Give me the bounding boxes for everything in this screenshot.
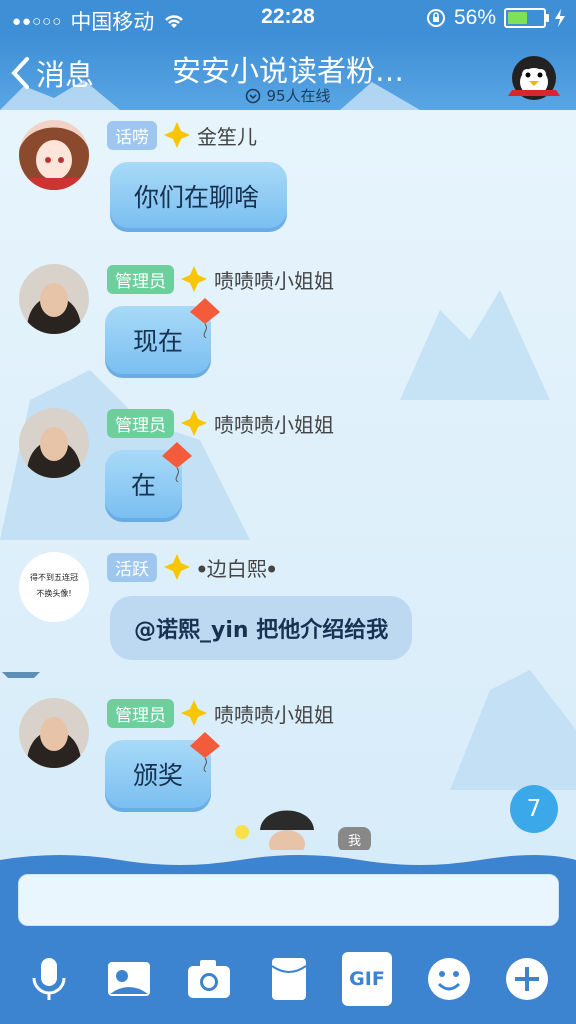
kite-decoration — [190, 298, 220, 338]
avatar[interactable] — [19, 698, 89, 768]
member-level-badge: 活跃 — [107, 552, 157, 582]
iceberg-decoration — [450, 670, 576, 790]
admin-badge: 管理员 — [107, 264, 174, 294]
group-profile-icon[interactable] — [506, 50, 562, 102]
admin-badge: 管理员 — [107, 408, 174, 438]
avatar[interactable] — [252, 800, 322, 850]
image-icon[interactable] — [102, 952, 156, 1006]
red-packet-icon[interactable] — [262, 952, 316, 1006]
back-button[interactable]: 消息 — [10, 52, 94, 94]
avatar[interactable] — [19, 264, 89, 334]
camera-icon[interactable] — [182, 952, 236, 1006]
microphone-icon[interactable] — [22, 952, 76, 1006]
wave-decoration — [0, 850, 576, 865]
back-label: 消息 — [36, 58, 95, 92]
toolbar: GIF — [0, 948, 576, 1018]
charging-icon — [555, 9, 565, 27]
battery-icon — [504, 8, 549, 28]
chevron-down-circle-icon — [246, 88, 261, 103]
online-count-label: 95人在线 — [266, 87, 331, 105]
kite-decoration — [190, 732, 220, 772]
admin-badge: 管理员 — [107, 698, 174, 728]
message-bubble[interactable]: 你们在聊啥 — [110, 162, 288, 232]
sender-name[interactable]: 金笙儿 — [197, 121, 257, 150]
sender-name[interactable]: 啧啧啧小姐姐 — [214, 265, 334, 294]
online-count[interactable]: 95人在线 — [150, 85, 426, 106]
avatar[interactable] — [19, 408, 89, 478]
group-title[interactable]: 安安小说读者粉… — [150, 48, 426, 90]
sender-name[interactable]: 啧啧啧小姐姐 — [214, 699, 334, 728]
star-icon — [181, 266, 207, 292]
avatar[interactable]: 得不到五连冠 不换头像! — [19, 552, 89, 622]
battery-percent: 56% — [453, 6, 496, 29]
message-input[interactable] — [18, 874, 559, 926]
status-bar: ●●○○○ 中国移动 22:28 56% — [0, 0, 576, 36]
sender-name[interactable]: ꔷ边白熙ꔷ — [197, 553, 277, 582]
iceberg-decoration — [400, 290, 550, 400]
chat-header: 消息 安安小说读者粉… 95人在线 — [0, 36, 576, 110]
unread-count-badge[interactable]: 7 — [510, 785, 558, 833]
gif-icon[interactable]: GIF — [342, 952, 392, 1006]
star-icon — [181, 700, 207, 726]
sender-name[interactable]: 啧啧啧小姐姐 — [214, 409, 334, 438]
plus-icon[interactable] — [500, 952, 554, 1006]
message-bubble[interactable]: @诺熙_yin 把他介绍给我 — [110, 596, 413, 660]
rotation-lock-icon — [426, 9, 445, 27]
kite-decoration — [162, 442, 192, 482]
sun-icon — [235, 825, 249, 839]
star-icon — [181, 410, 207, 436]
message-list[interactable]: 话唠 金笙儿 你们在聊啥 管理员 啧啧啧小姐姐 现在 管理员 啧啧啧小姐姐 在 … — [0, 110, 576, 850]
input-bar: GIF — [0, 850, 576, 1024]
me-tag: 我 — [338, 827, 372, 852]
star-icon — [164, 122, 190, 148]
emoji-icon[interactable] — [422, 952, 476, 1006]
boat-decoration — [2, 672, 40, 678]
star-icon — [164, 554, 190, 580]
avatar[interactable] — [19, 120, 89, 190]
member-level-badge: 话唠 — [107, 120, 157, 150]
chevron-left-icon — [11, 57, 29, 89]
